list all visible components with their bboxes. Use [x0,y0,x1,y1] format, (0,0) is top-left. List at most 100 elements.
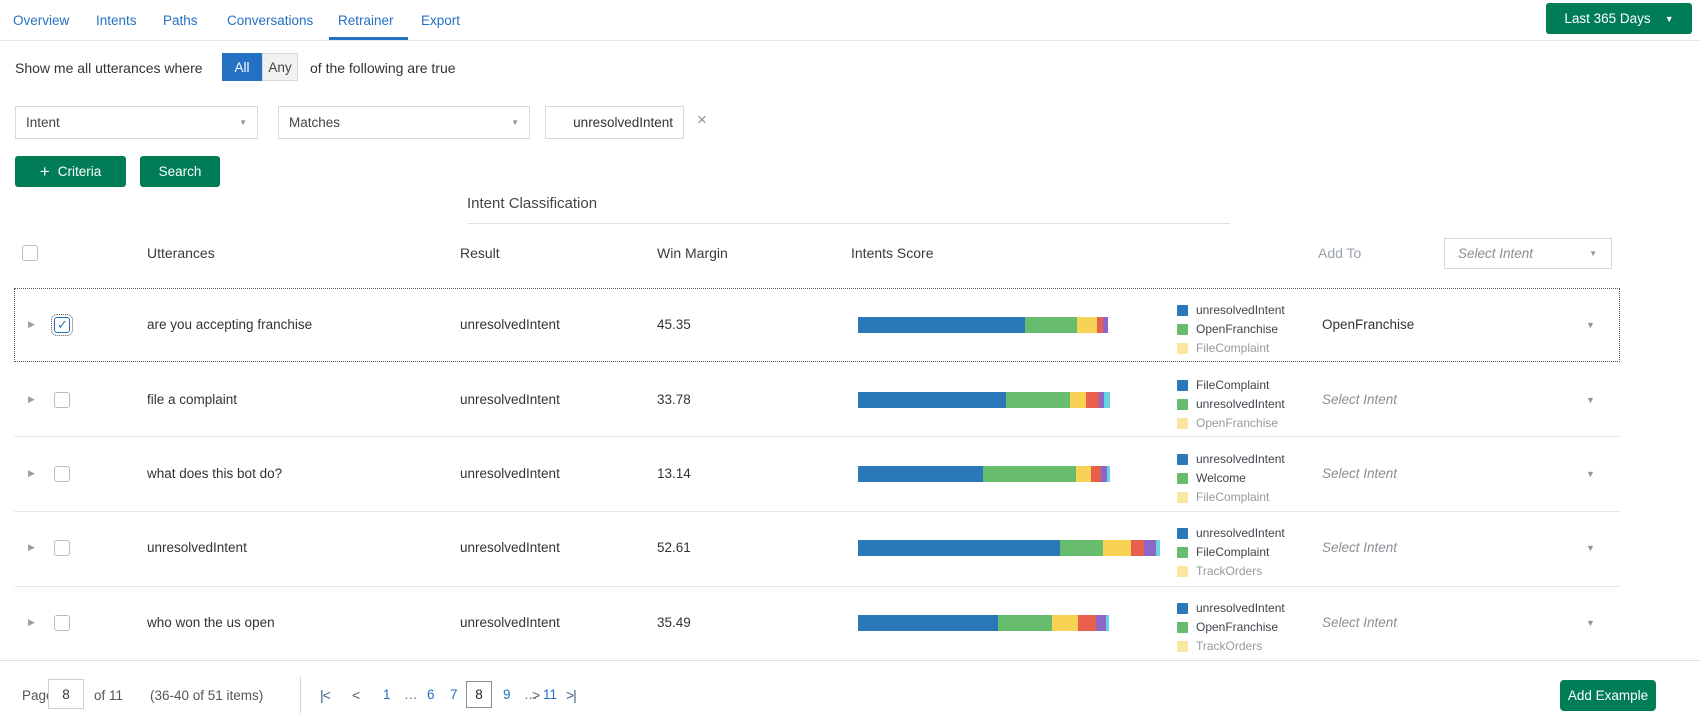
score-segment-yellow [1076,466,1091,482]
legend-label: OpenFranchise [1196,620,1279,634]
page-link-6[interactable]: 6 [427,687,435,702]
expand-row-icon[interactable]: ▶ [28,468,35,479]
page-link-9[interactable]: 9 [503,687,511,702]
items-range-label: (36-40 of 51 items) [150,688,264,703]
score-segment-green [1060,540,1103,556]
toggle-any-button[interactable]: Any [262,53,298,81]
score-segment-purple [1103,317,1108,333]
tab-intents[interactable]: Intents [96,13,137,28]
search-button[interactable]: Search [140,156,220,187]
add-example-button[interactable]: Add Example [1560,680,1656,711]
chevron-down-icon[interactable]: ▼ [1586,469,1595,479]
row-checkbox[interactable] [54,615,70,631]
legend-item: Welcome [1177,471,1246,485]
chevron-down-icon[interactable]: ▼ [1586,543,1595,553]
legend-swatch [1177,453,1188,465]
select-all-checkbox[interactable] [22,245,38,261]
intents-score-bar [858,317,1108,333]
toggle-all-button[interactable]: All [222,53,262,81]
score-segment-yellow [1103,540,1131,556]
row-checkbox[interactable] [54,392,70,408]
legend-label: OpenFranchise [1196,322,1279,336]
row-checkbox[interactable] [54,466,70,482]
remove-criteria-icon[interactable]: × [697,111,707,128]
legend-item: unresolvedIntent [1177,452,1285,466]
row-add-to-select[interactable]: Select Intent [1322,392,1397,407]
row-checkbox[interactable] [54,540,70,556]
date-range-label: Last 365 Days [1564,11,1651,26]
utterance-text: unresolvedIntent [147,540,247,555]
criteria-field-select[interactable]: Intent ▼ [15,106,258,139]
row-divider [14,511,1620,512]
utterance-text: file a complaint [147,392,238,407]
next-page-icon[interactable]: > [532,687,540,703]
chevron-down-icon[interactable]: ▼ [1586,320,1595,330]
score-segment-yellow [1077,317,1097,333]
tab-conversations[interactable]: Conversations [227,13,313,28]
expand-row-icon[interactable]: ▶ [28,542,35,553]
result-text: unresolvedIntent [460,615,560,630]
legend-swatch [1177,417,1188,429]
col-header-result: Result [460,245,500,261]
row-add-to-select[interactable]: Select Intent [1322,466,1397,481]
row-add-to-select[interactable]: Select Intent [1322,615,1397,630]
first-page-icon[interactable]: |< [320,687,331,703]
legend-label: unresolvedIntent [1196,601,1285,615]
score-segment-red [1078,615,1096,631]
score-segment-blue [858,540,1060,556]
criteria-operator-select[interactable]: Matches ▼ [278,106,530,139]
expand-row-icon[interactable]: ▶ [28,319,35,330]
tab-retrainer[interactable]: Retrainer [338,13,394,28]
page-link-7[interactable]: 7 [450,687,458,702]
page-link-1[interactable]: 1 [383,687,391,702]
score-segment-purple [1096,615,1106,631]
date-range-button[interactable]: Last 365 Days ▼ [1546,3,1692,34]
legend-item: unresolvedIntent [1177,397,1285,411]
row-add-to-select[interactable]: OpenFranchise [1322,317,1414,332]
row-checkbox[interactable] [51,314,73,336]
legend-label: unresolvedIntent [1196,452,1285,466]
legend-label: Welcome [1196,471,1246,485]
expand-row-icon[interactable]: ▶ [28,617,35,628]
score-segment-green [1025,317,1077,333]
last-page-icon[interactable]: >| [566,687,577,703]
bulk-add-to-select[interactable]: Select Intent ▼ [1444,238,1612,269]
score-segment-cyan [1104,392,1110,408]
legend-swatch [1177,491,1188,503]
row-add-to-select[interactable]: Select Intent [1322,540,1397,555]
page-link-11[interactable]: 11 [543,687,557,702]
top-navbar: Overview Intents Paths Conversations Ret… [0,0,1700,41]
legend-swatch [1177,472,1188,484]
prev-page-icon[interactable]: < [352,687,360,703]
criteria-operator-value: Matches [289,115,341,130]
bulk-add-to-placeholder: Select Intent [1458,246,1534,261]
criteria-value-text: unresolvedIntent [573,115,673,130]
tab-export[interactable]: Export [421,13,460,28]
add-criteria-label: Criteria [57,164,102,179]
legend-item: TrackOrders [1177,564,1262,578]
add-criteria-button[interactable]: + Criteria [15,156,126,187]
score-segment-green [1006,392,1070,408]
row-divider [14,436,1620,437]
intents-score-bar [858,540,1160,556]
chevron-down-icon[interactable]: ▼ [1586,618,1595,628]
chevron-down-icon[interactable]: ▼ [1586,395,1595,405]
add-example-label: Add Example [1567,688,1649,703]
legend-label: FileComplaint [1196,545,1270,559]
legend-label: unresolvedIntent [1196,526,1285,540]
page-number-input[interactable]: 8 [48,679,84,709]
tab-paths[interactable]: Paths [163,13,198,28]
expand-row-icon[interactable]: ▶ [28,394,35,405]
section-title-rule [467,223,1230,224]
filter-sentence-prefix: Show me all utterances where [15,60,203,76]
plus-icon: + [39,162,50,181]
legend-swatch [1177,546,1188,558]
score-segment-red [1091,466,1101,482]
result-text: unresolvedIntent [460,466,560,481]
legend-item: OpenFranchise [1177,322,1278,336]
criteria-value-input[interactable]: unresolvedIntent [545,106,684,139]
legend-item: OpenFranchise [1177,416,1278,430]
score-segment-cyan [1106,615,1109,631]
tab-overview[interactable]: Overview [13,13,69,28]
col-header-utterances: Utterances [147,245,215,261]
